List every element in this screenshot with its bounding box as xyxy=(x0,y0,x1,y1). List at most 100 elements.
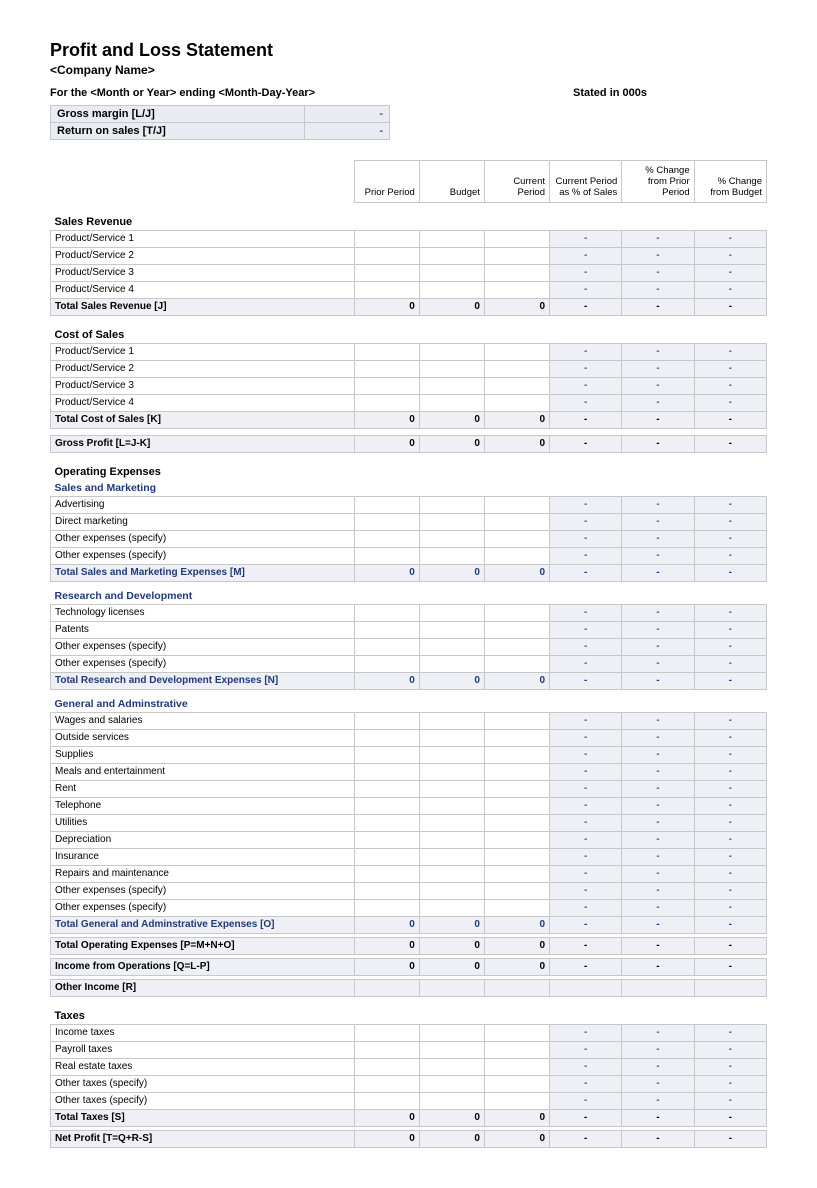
ga-1-current xyxy=(484,730,549,747)
ga-11-label: Other expenses (specify) xyxy=(51,900,355,917)
ga-3-pct-budget: - xyxy=(694,764,766,781)
sales-3-pct-budget: - xyxy=(694,282,766,299)
ga-3-prior xyxy=(354,764,419,781)
table-row: Product/Service 3--- xyxy=(51,378,767,395)
table-row: Other expenses (specify)--- xyxy=(51,639,767,656)
table-row: Product/Service 2--- xyxy=(51,248,767,265)
sales-3-prior xyxy=(354,282,419,299)
tax-0-pct-budget: - xyxy=(694,1025,766,1042)
ga-10-prior xyxy=(354,883,419,900)
sales-1-prior xyxy=(354,248,419,265)
tax-1-current xyxy=(484,1042,549,1059)
cos-3-pct-sales: - xyxy=(550,395,622,412)
table-row: Rent--- xyxy=(51,781,767,798)
sm-3-pct-prior: - xyxy=(622,548,694,565)
sm-3-label: Other expenses (specify) xyxy=(51,548,355,565)
cos-1-prior xyxy=(354,361,419,378)
table-row: Other expenses (specify)--- xyxy=(51,883,767,900)
cos-3-label: Product/Service 4 xyxy=(51,395,355,412)
tax-3-prior xyxy=(354,1076,419,1093)
metrics-box: Gross margin [L/J] - Return on sales [T/… xyxy=(50,105,390,140)
sales-1-pct-sales: - xyxy=(550,248,622,265)
ga-6-current xyxy=(484,815,549,832)
tax-4-prior xyxy=(354,1093,419,1110)
sales-2-pct-budget: - xyxy=(694,265,766,282)
total-ga: Total General and Adminstrative Expenses… xyxy=(51,917,767,934)
ga-4-pct-prior: - xyxy=(622,781,694,798)
table-row: Product/Service 4--- xyxy=(51,395,767,412)
table-row: Wages and salaries--- xyxy=(51,713,767,730)
sales-0-label: Product/Service 1 xyxy=(51,231,355,248)
sales-0-prior xyxy=(354,231,419,248)
sales-2-budget xyxy=(419,265,484,282)
tax-1-label: Payroll taxes xyxy=(51,1042,355,1059)
ga-8-budget xyxy=(419,849,484,866)
table-row: Product/Service 4--- xyxy=(51,282,767,299)
page-title: Profit and Loss Statement xyxy=(50,40,767,61)
return-on-sales-label: Return on sales [T/J] xyxy=(51,123,305,140)
rnd-1-budget xyxy=(419,622,484,639)
ga-1-pct-prior: - xyxy=(622,730,694,747)
rnd-2-current xyxy=(484,639,549,656)
ga-7-label: Depreciation xyxy=(51,832,355,849)
ga-8-pct-prior: - xyxy=(622,849,694,866)
ga-6-pct-prior: - xyxy=(622,815,694,832)
rnd-2-pct-budget: - xyxy=(694,639,766,656)
cos-1-current xyxy=(484,361,549,378)
tax-1-budget xyxy=(419,1042,484,1059)
cos-2-prior xyxy=(354,378,419,395)
ga-9-prior xyxy=(354,866,419,883)
ga-1-budget xyxy=(419,730,484,747)
tax-3-pct-prior: - xyxy=(622,1076,694,1093)
tax-0-label: Income taxes xyxy=(51,1025,355,1042)
rnd-3-pct-sales: - xyxy=(550,656,622,673)
sm-2-pct-sales: - xyxy=(550,531,622,548)
ga-2-prior xyxy=(354,747,419,764)
rnd-0-pct-prior: - xyxy=(622,605,694,622)
tax-2-pct-budget: - xyxy=(694,1059,766,1076)
ga-header: General and Adminstrative xyxy=(51,696,767,713)
tax-3-budget xyxy=(419,1076,484,1093)
sm-0-pct-sales: - xyxy=(550,497,622,514)
table-row: Other expenses (specify)--- xyxy=(51,656,767,673)
tax-1-prior xyxy=(354,1042,419,1059)
ga-9-current xyxy=(484,866,549,883)
ga-3-label: Meals and entertainment xyxy=(51,764,355,781)
rnd-3-prior xyxy=(354,656,419,673)
table-row: Patents--- xyxy=(51,622,767,639)
table-row: Insurance--- xyxy=(51,849,767,866)
tax-0-current xyxy=(484,1025,549,1042)
ga-11-budget xyxy=(419,900,484,917)
ga-10-budget xyxy=(419,883,484,900)
ga-10-pct-budget: - xyxy=(694,883,766,900)
ga-9-pct-prior: - xyxy=(622,866,694,883)
operating-expenses-header: Operating Expenses xyxy=(51,459,767,480)
rnd-0-label: Technology licenses xyxy=(51,605,355,622)
sm-2-pct-budget: - xyxy=(694,531,766,548)
ga-9-label: Repairs and maintenance xyxy=(51,866,355,883)
ga-11-prior xyxy=(354,900,419,917)
ga-1-pct-budget: - xyxy=(694,730,766,747)
rnd-3-budget xyxy=(419,656,484,673)
sm-0-pct-prior: - xyxy=(622,497,694,514)
cos-3-budget xyxy=(419,395,484,412)
tax-2-pct-prior: - xyxy=(622,1059,694,1076)
total-sales-revenue: Total Sales Revenue [J]000--- xyxy=(51,299,767,316)
table-row: Other taxes (specify)--- xyxy=(51,1076,767,1093)
ga-5-pct-prior: - xyxy=(622,798,694,815)
ga-1-label: Outside services xyxy=(51,730,355,747)
ga-5-budget xyxy=(419,798,484,815)
sm-2-budget xyxy=(419,531,484,548)
table-row: Direct marketing--- xyxy=(51,514,767,531)
sm-1-label: Direct marketing xyxy=(51,514,355,531)
rnd-2-pct-sales: - xyxy=(550,639,622,656)
total-sales-marketing: Total Sales and Marketing Expenses [M]00… xyxy=(51,565,767,582)
ga-7-pct-prior: - xyxy=(622,832,694,849)
ga-4-pct-budget: - xyxy=(694,781,766,798)
sm-1-pct-sales: - xyxy=(550,514,622,531)
rnd-header: Research and Development xyxy=(51,588,767,605)
table-row: Repairs and maintenance--- xyxy=(51,866,767,883)
ga-4-budget xyxy=(419,781,484,798)
sm-0-pct-budget: - xyxy=(694,497,766,514)
tax-2-label: Real estate taxes xyxy=(51,1059,355,1076)
